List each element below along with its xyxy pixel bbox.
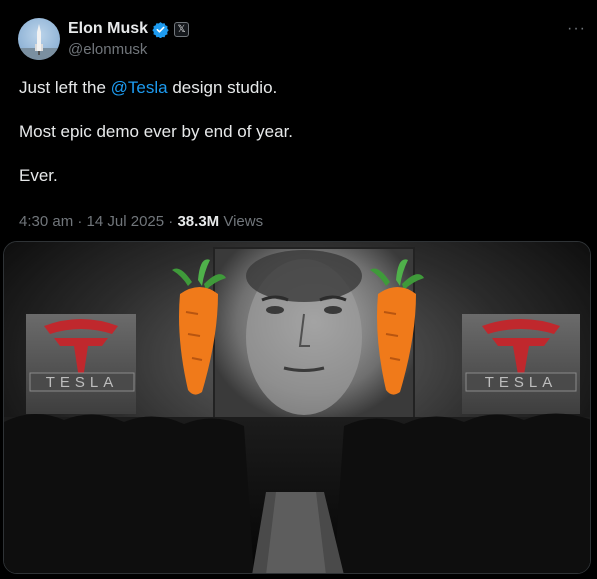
right-sign-text: TESLA	[485, 374, 558, 391]
tweet-line-1: Just left the @Tesla design studio.	[19, 77, 579, 99]
tweet-line-2: Most epic demo ever by end of year.	[19, 122, 294, 141]
rocket-avatar-icon	[18, 24, 60, 60]
right-tesla-sign: TESLA	[462, 314, 580, 414]
left-tesla-sign: TESLA	[26, 314, 136, 414]
tweet-header: Elon Musk 𝕏 @elonmusk ···	[18, 14, 588, 64]
audience-crowd	[4, 413, 590, 573]
more-options-button[interactable]: ···	[567, 20, 586, 38]
mention-link[interactable]: @Tesla	[111, 78, 168, 97]
meta-separator: ·	[73, 213, 87, 230]
tweet-meta: 4:30 am · 14 Jul 2025 · 38.3M Views	[19, 213, 263, 230]
author-handle[interactable]: @elonmusk	[68, 41, 147, 58]
author-name-row: Elon Musk 𝕏	[68, 20, 190, 38]
tweet-line-1-prefix: Just left the	[19, 78, 111, 97]
x-affiliate-badge[interactable]: 𝕏	[174, 21, 190, 37]
meta-separator: ·	[164, 213, 178, 230]
tweet-text: Just left the @Tesla design studio. Most…	[19, 77, 579, 209]
tweet-date[interactable]: 14 Jul 2025	[87, 213, 165, 230]
author-name[interactable]: Elon Musk	[68, 20, 148, 38]
tweet-line-3: Ever.	[19, 166, 58, 185]
avatar[interactable]	[18, 18, 60, 60]
tweet-time[interactable]: 4:30 am	[19, 213, 73, 230]
views-label: Views	[223, 213, 264, 230]
verified-badge-icon	[152, 21, 169, 38]
tweet-media-image[interactable]: TESLA TESLA	[3, 241, 591, 574]
left-sign-text: TESLA	[46, 374, 119, 391]
tweet-line-1-suffix: design studio.	[167, 78, 278, 97]
views-count: 38.3M	[177, 213, 220, 230]
media-illustration: TESLA TESLA	[4, 242, 590, 573]
